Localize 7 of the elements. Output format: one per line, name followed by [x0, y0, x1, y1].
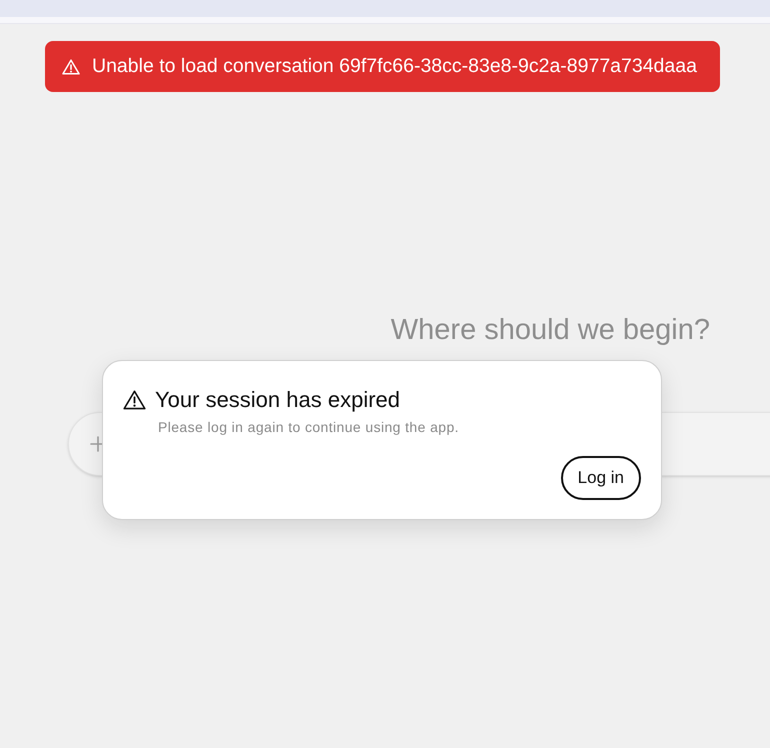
log-in-button[interactable]: Log in [560, 456, 641, 500]
dialog-title: Your session has expired [155, 387, 400, 413]
warning-icon [123, 390, 146, 410]
dialog-message: Please log in again to continue using the app. [158, 419, 459, 436]
error-message: Unable to load conversation 69f7fc66-38cc-83e8-9c2a-8977a734daaa [92, 54, 697, 79]
heading: Where should we begin? [390, 313, 710, 348]
warning-icon [62, 58, 80, 74]
